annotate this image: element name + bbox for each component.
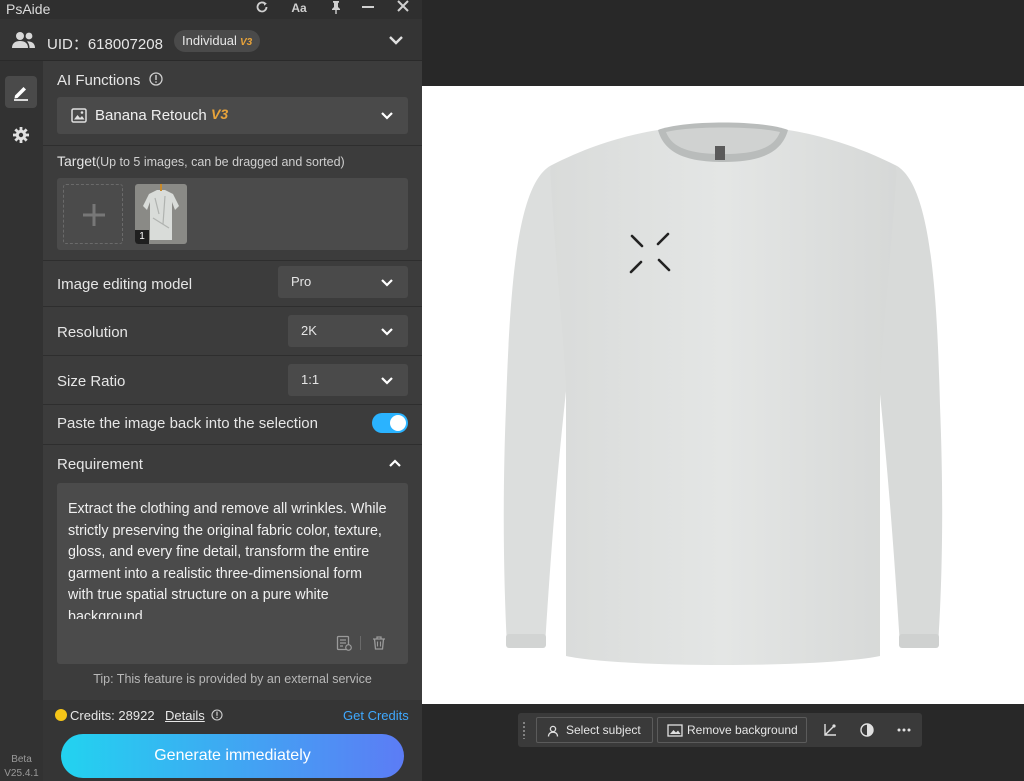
side-nav: Beta V25.4.1 [0, 61, 43, 781]
model-label: Image editing model [57, 276, 193, 293]
refresh-icon[interactable] [252, 0, 272, 18]
target-images: 1 [57, 178, 408, 250]
external-service-tip: Tip: This feature is provided by an exte… [93, 672, 372, 686]
credits-balance: Credits: 28922 [55, 708, 155, 723]
target-hint: (Up to 5 images, can be dragged and sort… [95, 155, 345, 169]
version-info: Beta V25.4.1 [0, 753, 43, 781]
info-icon[interactable] [211, 709, 223, 721]
credits-details-link[interactable]: Details [165, 708, 205, 723]
document-canvas[interactable] [422, 86, 1024, 704]
divider [43, 444, 422, 445]
add-image-button[interactable] [63, 184, 123, 244]
ai-functions-label: AI Functions [57, 72, 141, 89]
version-label: Beta [11, 754, 32, 765]
nav-settings[interactable] [5, 119, 37, 151]
generate-button[interactable]: Generate immediately [61, 734, 404, 778]
trash-icon[interactable] [371, 635, 387, 651]
select-subject-label: Select subject [566, 723, 641, 737]
psaide-panel: PsAide Aa UID：618007208 Individual V3 Be… [0, 0, 422, 781]
nav-edit[interactable] [5, 76, 37, 108]
title-bar: PsAide Aa [0, 0, 422, 19]
divider [43, 260, 422, 261]
target-thumbnail[interactable]: 1 [135, 184, 187, 244]
paste-back-label: Paste the image back into the selection [57, 415, 318, 432]
canvas-backdrop-top [422, 0, 1024, 86]
target-label-group: Target(Up to 5 images, can be dragged an… [57, 153, 345, 169]
remove-background-label: Remove background [687, 723, 798, 737]
ai-function-select[interactable]: Banana Retouch V3 [57, 97, 408, 134]
resolution-select[interactable]: 2K [288, 315, 408, 347]
panel-footer: Credits: 28922 Details Get Credits Gener… [43, 700, 422, 781]
divider [43, 306, 422, 307]
app-title: PsAide [6, 1, 51, 17]
pencil-icon [14, 87, 28, 101]
resolution-label: Resolution [57, 324, 128, 341]
close-icon[interactable] [393, 0, 413, 18]
divider [43, 145, 422, 146]
longsleeve-shirt-image [503, 122, 943, 665]
paste-back-toggle[interactable] [372, 413, 408, 433]
font-size-icon[interactable]: Aa [288, 0, 310, 18]
credits-label: Credits: 28922 [70, 708, 155, 723]
chevron-up-icon[interactable] [388, 458, 402, 468]
chevron-down-icon[interactable] [388, 33, 404, 47]
plan-badge: Individual V3 [174, 30, 261, 52]
version-number: V25.4.1 [4, 768, 39, 779]
image-icon [667, 724, 683, 737]
uid-label: UID：618007208 [47, 36, 163, 53]
plan-version-badge: V3 [239, 37, 253, 48]
select-subject-button[interactable]: Select subject [536, 717, 653, 743]
resolution-value: 2K [301, 323, 317, 338]
details-label: Details [165, 708, 205, 723]
select-subject-icon [547, 725, 559, 737]
account-bar: UID：618007208 Individual V3 [0, 19, 422, 61]
model-value: Pro [291, 274, 312, 289]
pin-icon[interactable] [326, 0, 346, 18]
more-icon[interactable] [896, 722, 912, 738]
requirement-text[interactable]: Extract the clothing and remove all wrin… [68, 499, 390, 619]
contextual-task-bar: Select subject Remove background [518, 713, 922, 747]
requirement-textarea[interactable]: Extract the clothing and remove all wrin… [57, 483, 408, 664]
chevron-down-icon [381, 112, 393, 120]
info-icon[interactable] [149, 72, 163, 86]
chevron-down-icon [381, 279, 393, 287]
adjustment-icon[interactable] [859, 722, 875, 738]
get-credits-link[interactable]: Get Credits [343, 708, 409, 723]
users-icon [12, 32, 35, 48]
thumbnail-index: 1 [135, 230, 149, 244]
model-select[interactable]: Pro [278, 266, 408, 298]
size-ratio-select[interactable]: 1:1 [288, 364, 408, 396]
divider [43, 355, 422, 356]
chevron-down-icon [381, 328, 393, 336]
divider [360, 636, 361, 650]
ai-function-value: Banana Retouch [95, 107, 207, 124]
v3-badge: V3 [211, 106, 229, 122]
coin-icon [55, 709, 67, 721]
requirement-label: Requirement [57, 456, 143, 473]
gear-icon [13, 127, 29, 143]
main-content: AI Functions Banana Retouch V3 Target(Up… [43, 61, 422, 781]
divider [43, 404, 422, 405]
remove-background-button[interactable]: Remove background [657, 717, 807, 743]
toggle-knob [390, 415, 406, 431]
plan-name: Individual [182, 33, 237, 48]
size-ratio-label: Size Ratio [57, 373, 126, 390]
chevron-down-icon [381, 377, 393, 385]
prompt-template-icon[interactable] [336, 635, 352, 651]
crop-transform-icon[interactable] [822, 722, 838, 738]
target-label: Target [57, 153, 96, 169]
size-ratio-value: 1:1 [301, 372, 320, 387]
drag-handle[interactable] [522, 721, 526, 739]
image-icon [71, 108, 87, 123]
plus-icon [83, 204, 105, 226]
minimize-icon[interactable] [358, 0, 378, 18]
